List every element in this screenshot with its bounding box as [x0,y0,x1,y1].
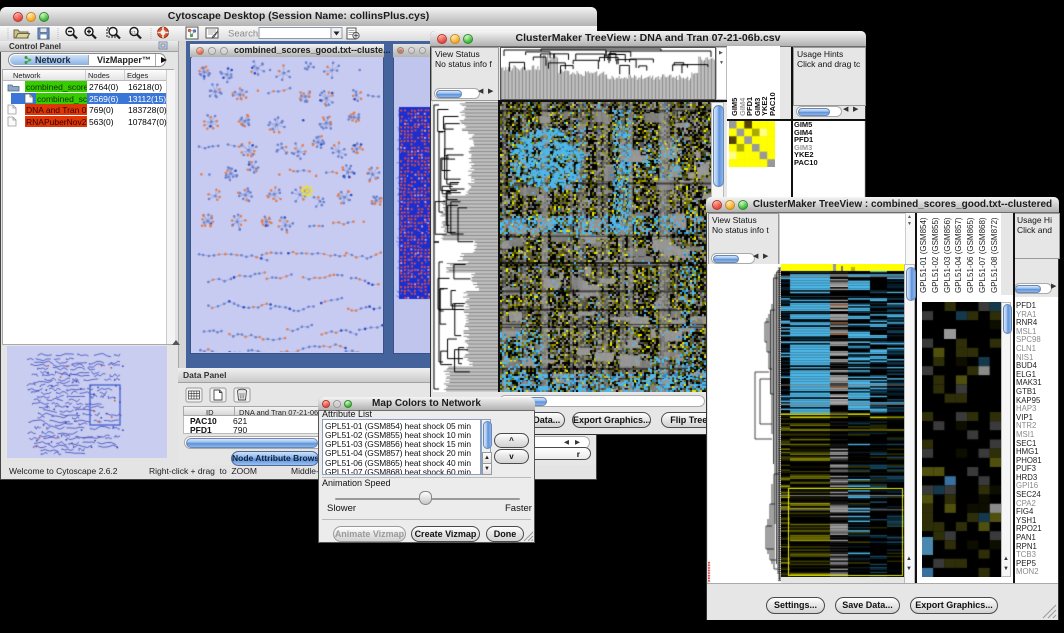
svg-text:1:1: 1:1 [131,31,136,35]
svg-text:Search:: Search: [228,29,261,40]
